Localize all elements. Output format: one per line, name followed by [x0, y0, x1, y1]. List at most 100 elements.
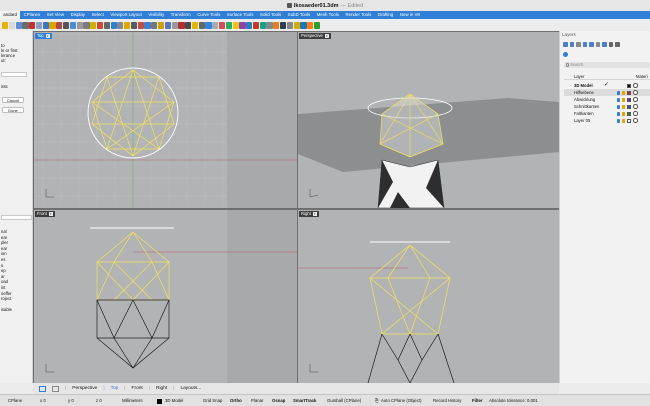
tab-4[interactable]: Select [88, 11, 107, 19]
status-autocplane[interactable]: Auto CPlane (Object) [381, 395, 422, 406]
tool-icon[interactable] [124, 21, 131, 29]
tool-icon[interactable] [130, 21, 138, 29]
status-filter[interactable]: Filter [472, 395, 483, 406]
cancel-button[interactable]: Cancel [2, 97, 24, 103]
delete-layer-icon[interactable] [576, 42, 581, 47]
tool-icon[interactable] [239, 21, 246, 29]
tool-icon[interactable] [225, 21, 232, 29]
tool-icon[interactable] [191, 21, 199, 29]
chevron-down-icon[interactable]: ▾ [48, 211, 53, 216]
chevron-down-icon[interactable]: ▾ [312, 211, 317, 216]
status-record-history[interactable]: Record History [433, 395, 461, 406]
tool-icon[interactable] [280, 21, 287, 29]
tool-icon[interactable] [212, 21, 219, 29]
tool-icon[interactable] [8, 21, 15, 29]
tool-icon[interactable] [96, 21, 104, 29]
tool-icon[interactable] [178, 21, 185, 29]
tab-9[interactable]: Surface Tools [224, 11, 257, 19]
tool-icon[interactable] [286, 21, 293, 29]
viewport-right-title[interactable]: Right ▾ [299, 211, 319, 217]
status-units[interactable]: Millimeters [122, 395, 143, 406]
material-icon[interactable] [633, 118, 638, 123]
column-material[interactable]: Materi [636, 73, 648, 80]
lock-icon[interactable] [622, 90, 625, 95]
menu-icon[interactable] [615, 42, 620, 47]
viewport-top-title[interactable]: Top ▾ [35, 33, 52, 39]
status-smarttrack[interactable]: SmartTrack [293, 395, 316, 406]
tab-7[interactable]: Transform [167, 11, 193, 19]
tool-icon[interactable] [266, 21, 273, 29]
tool-icon[interactable] [198, 21, 205, 29]
viewport-perspective-title[interactable]: Perspective ▾ [299, 33, 331, 39]
tool-icon[interactable] [259, 21, 266, 29]
tab-14[interactable]: Drafting [375, 11, 397, 19]
lightbulb-icon[interactable] [617, 118, 620, 123]
move-up-icon[interactable] [582, 42, 587, 47]
chevron-down-icon[interactable]: ▾ [45, 33, 50, 38]
move-parent-icon[interactable] [595, 42, 600, 47]
tab-2[interactable]: Set View [43, 11, 67, 19]
tool-icon[interactable] [232, 21, 239, 29]
tool-icon[interactable] [205, 21, 212, 29]
column-layer[interactable]: Layer [574, 73, 584, 80]
tool-icon[interactable] [246, 21, 253, 29]
tool-icon[interactable] [273, 21, 280, 29]
status-grid-snap[interactable]: Grid Snap [203, 395, 222, 406]
tool-icon[interactable] [252, 21, 260, 29]
status-layer[interactable]: 3D Model [165, 395, 183, 406]
material-icon[interactable] [633, 90, 638, 95]
layer-row[interactable]: 3D Model ✓ [564, 82, 650, 89]
tool-icon[interactable] [110, 21, 117, 29]
tab-perspective[interactable]: Perspective [72, 386, 97, 391]
viewport-front-title[interactable]: Front ▾ [35, 211, 55, 217]
material-icon[interactable] [633, 83, 638, 88]
tab-right[interactable]: Right [156, 386, 167, 391]
material-icon[interactable] [633, 104, 638, 109]
layer-row[interactable]: Faltkanten [564, 110, 650, 117]
viewport-perspective[interactable]: Perspective ▾ [298, 32, 559, 208]
viewport-right[interactable]: Right ▾ [298, 210, 559, 383]
tab-6[interactable]: Visibility [145, 11, 167, 19]
layer-search-input[interactable]: Search [564, 62, 650, 68]
chevron-down-icon[interactable]: ▾ [324, 33, 329, 38]
tool-icon[interactable] [144, 21, 151, 29]
lock-icon[interactable] [622, 104, 625, 109]
tab-8[interactable]: Curve Tools [194, 11, 224, 19]
tab-5[interactable]: Viewport Layout [107, 11, 145, 19]
tab-12[interactable]: Mesh Tools [313, 11, 342, 19]
layer-color-swatch[interactable] [627, 104, 631, 109]
tab-layouts[interactable]: Layouts... [180, 386, 201, 391]
viewport-top[interactable]: Top ▾ [34, 32, 297, 208]
tool-icon[interactable] [313, 21, 321, 29]
tool-icon[interactable] [63, 21, 70, 29]
tab-0[interactable]: andard [0, 11, 21, 19]
viewport-front[interactable]: Front ▾ [34, 210, 297, 383]
move-down-icon[interactable] [589, 42, 594, 47]
tool-icon[interactable] [42, 21, 49, 29]
tool-icon[interactable] [300, 21, 307, 29]
current-layer-check-icon[interactable]: ✓ [604, 82, 609, 89]
command-input[interactable] [1, 72, 27, 77]
tool-icon[interactable] [83, 21, 90, 29]
tool-icon[interactable] [164, 21, 171, 29]
layer-row[interactable]: Abwicklung [564, 96, 650, 103]
tool-icon[interactable] [151, 21, 158, 29]
done-button[interactable]: Done [2, 107, 24, 113]
tab-top[interactable]: Top [111, 386, 119, 391]
lightbulb-icon[interactable] [617, 104, 620, 109]
help-icon[interactable] [563, 52, 568, 57]
layer-row[interactable]: Layer 05 [564, 117, 650, 124]
tool-icon[interactable] [137, 21, 144, 29]
tab-front[interactable]: Front [132, 386, 143, 391]
filter-icon[interactable] [602, 42, 607, 47]
status-cplane[interactable]: CPlane [8, 395, 22, 406]
command-list-item[interactable]: isable [1, 307, 12, 313]
tool-icon[interactable] [307, 21, 314, 29]
new-layer-icon[interactable] [563, 42, 568, 47]
tab-11[interactable]: SubD Tools [285, 11, 314, 19]
lightbulb-icon[interactable] [617, 97, 620, 102]
tab-15[interactable]: New in V8 [397, 11, 424, 19]
tool-icon[interactable] [90, 21, 97, 29]
tab-3[interactable]: Display [67, 11, 88, 19]
lightbulb-icon[interactable] [617, 90, 620, 95]
